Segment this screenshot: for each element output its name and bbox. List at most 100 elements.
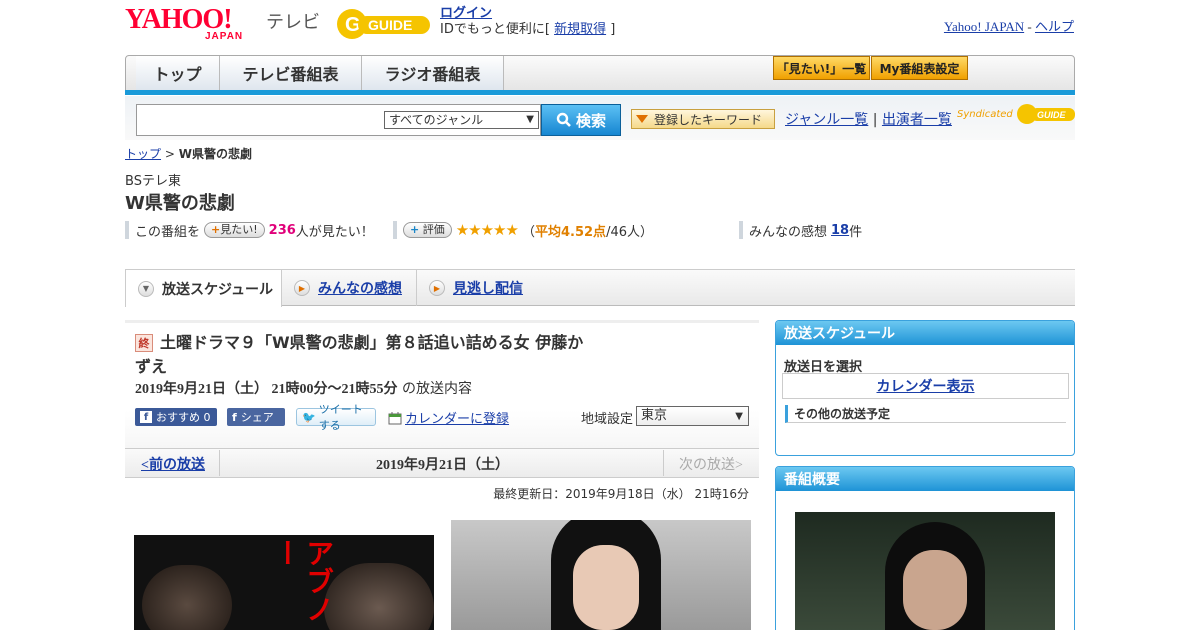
syndicated-label: Syndicated [957,108,1013,120]
tab-streaming[interactable]: ▶ 見逃し配信 [417,270,547,306]
gguide-label: GUIDE [368,17,412,33]
plus-icon: + [211,223,221,236]
tab-impressions-label: みんなの感想 [318,281,402,297]
plus-icon: + [410,223,420,236]
chevron-down-icon: ▼ [138,280,154,297]
twitter-bird-icon: 🐦 [302,410,316,424]
search-button[interactable]: 検索 [541,104,621,136]
keyword-button-label: 登録したキーワード [654,112,763,127]
help-link[interactable]: ヘルプ [1035,19,1074,34]
calendar-icon [388,411,402,424]
triangle-down-icon [636,115,648,123]
rate-pill-label: 評価 [422,223,445,236]
register-link[interactable]: 新規取得 [554,22,606,37]
calendar-register[interactable]: カレンダーに登録 [388,408,509,427]
episode-image-1: アブノー [134,535,434,630]
nav-tab-top[interactable]: トップ [136,56,220,90]
gguide-logo[interactable]: G GUIDE [334,6,434,42]
rating-stat: + 評価 ★★★★★ （平均4.52点/46人） [393,221,653,240]
breadcrumb-current: W県警の悲劇 [178,147,252,161]
tweet-button[interactable]: 🐦 ツイートする [296,403,376,432]
tab-schedule[interactable]: ▼ 放送スケジュール [125,269,282,307]
svg-text:GUIDE: GUIDE [1037,110,1067,120]
login-link[interactable]: ログイン [440,6,492,21]
logo-text: YAHOO! [125,4,233,35]
prev-broadcast-link[interactable]: <前の放送 [141,454,205,474]
episode-title: 土曜ドラマ９「W県警の悲劇」第８話追い詰める女 伊藤か [160,333,584,352]
chevron-down-icon: ▼ [735,411,743,422]
nav-accent-bar [125,90,1075,95]
want-count: 236 [268,222,296,238]
divider [663,450,664,476]
air-datetime-value: 2019年9月21日（土） 21時00分～21時55分 [135,382,398,397]
genre-links: ジャンル一覧 | 出演者一覧 [785,109,952,129]
other-schedule-heading: その他の放送予定 [785,405,1066,423]
want-list-button[interactable]: 「見たい!」一覧 [773,56,870,80]
syndicated-badge: Syndicated GUIDE [957,102,1077,126]
current-date: 2019年9月21日（土） [376,458,509,473]
link-divider: | [872,112,878,128]
air-datetime: 2019年9月21日（土） 21時00分～21時55分 の放送内容 [135,378,472,398]
fb-share-label: シェア [240,411,274,424]
genre-select[interactable]: すべてのジャンル ▼ [384,111,539,129]
region-label: 地域設定 [581,412,634,427]
login-prefix: IDでもっと便利に[ [440,22,550,37]
divider [219,450,220,476]
want-suffix: 人が見たい！ [295,224,374,240]
logo-sub: JAPAN [205,31,244,42]
calendar-view-button[interactable]: カレンダー表示 [782,373,1069,399]
facebook-share-button[interactable]: f シェア [227,408,285,426]
rating-count: /46人） [606,224,653,240]
breadcrumb-home[interactable]: トップ [125,147,161,161]
region-selected: 東京 [641,408,668,423]
cast-list-link[interactable]: 出演者一覧 [882,112,952,128]
tab-streaming-label: 見逃し配信 [453,281,523,297]
want-prefix: この番組を [135,224,201,240]
fb-recommend-label: おすすめ 0 [156,411,211,424]
rating-average: 平均4.52点 [534,224,607,240]
yahoo-japan-link[interactable]: Yahoo! JAPAN [944,19,1024,34]
yahoo-logo[interactable]: YAHOO! JAPAN [125,4,265,43]
chevron-down-icon: ▼ [526,114,534,125]
last-updated: 最終更新日：2019年9月18日（水） 21時16分 [493,487,749,501]
channel-name: BSテレ東 [125,174,181,189]
air-datetime-suffix: の放送内容 [397,381,472,397]
star-rating: ★★★★★ [455,221,519,239]
image-caption: アブノー [270,539,335,623]
play-icon: ▶ [294,280,310,296]
nav-tab-tv[interactable]: テレビ番組表 [220,56,362,90]
header-links: Yahoo! JAPAN - ヘルプ [944,16,1074,35]
play-icon: ▶ [429,280,445,296]
facebook-recommend-button[interactable]: f おすすめ 0 [135,408,217,426]
facebook-icon: f [232,410,237,424]
header-separator: - [1024,19,1035,34]
calendar-view-link: カレンダー表示 [876,379,975,395]
want-button[interactable]: +見たい! [204,222,265,238]
nav-tab-radio[interactable]: ラジオ番組表 [362,56,504,90]
my-settings-button[interactable]: My番組表設定 [871,56,968,80]
end-badge: 終 [135,334,153,352]
login-suffix: ] [610,22,616,37]
gguide-small-logo: GUIDE [1016,104,1075,124]
rate-button[interactable]: + 評価 [403,222,452,238]
next-broadcast-link: 次の放送> [679,458,743,473]
episode-title-cont: ずえ [135,357,168,376]
want-stat: この番組を +見たい! 236 人が見たい！ [125,221,374,240]
episode-image-2 [451,520,751,630]
keyword-button[interactable]: 登録したキーワード [631,109,775,129]
genre-list-link[interactable]: ジャンル一覧 [785,112,868,128]
tweet-label: ツイートする [318,403,363,432]
overview-sidebar-title: 番組概要 [776,467,1074,491]
impressions-suffix: 件 [849,224,863,240]
tab-impressions[interactable]: ▶ みんなの感想 [282,270,417,306]
genre-selected: すべてのジャンル [389,113,484,127]
content-tabs: ▼ 放送スケジュール ▶ みんなの感想 ▶ 見逃し配信 [125,269,1075,307]
facebook-icon: f [140,411,152,423]
overview-image [795,512,1055,630]
login-area: ログイン IDでもっと便利に[ 新規取得 ] [440,6,615,38]
breadcrumb: トップ > W県警の悲劇 [125,145,252,162]
search-icon [556,112,571,127]
rating-open: （ [521,224,535,240]
impressions-count-link[interactable]: 18 [831,223,849,238]
region-select[interactable]: 東京 ▼ [636,406,749,426]
